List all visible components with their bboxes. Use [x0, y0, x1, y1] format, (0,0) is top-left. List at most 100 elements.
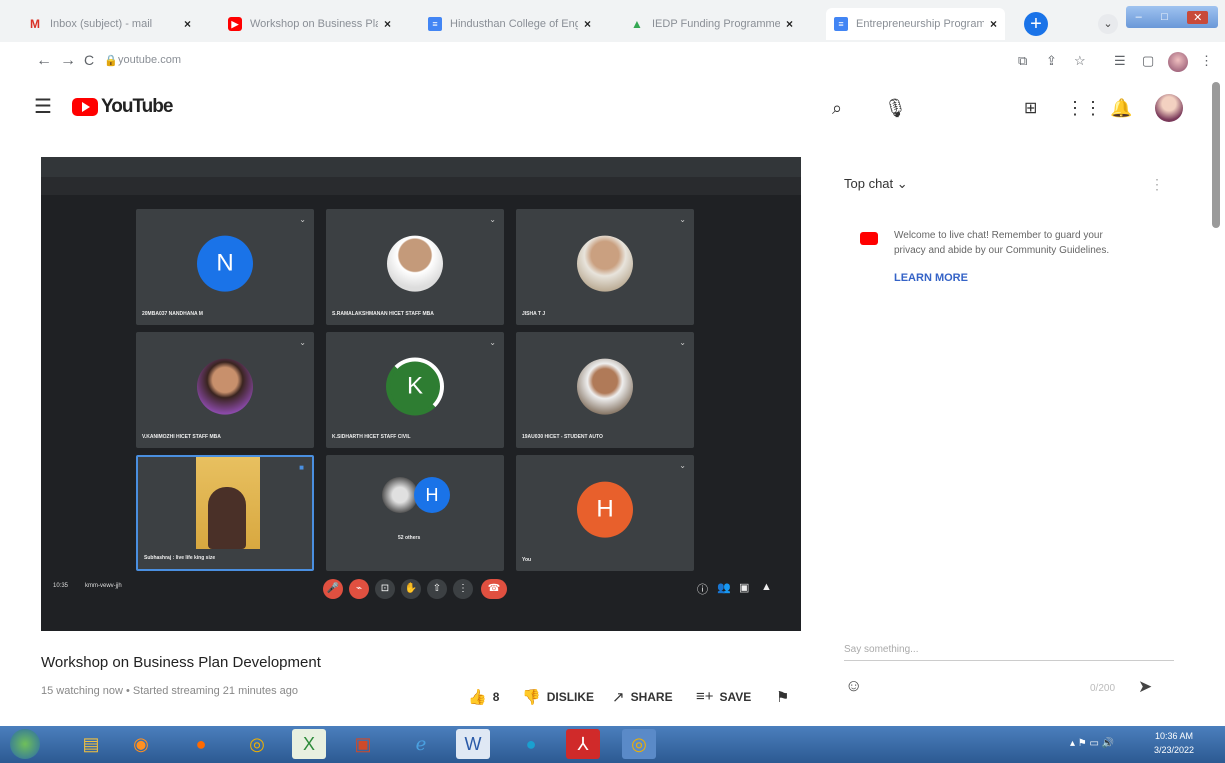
tab-youtube[interactable]: ▶ Workshop on Business Plan ×	[228, 10, 391, 38]
participant-photo	[382, 477, 418, 513]
maximize-icon[interactable]: □	[1161, 11, 1168, 23]
send-icon[interactable]: ➤	[1138, 677, 1152, 697]
reload-icon[interactable]: C	[84, 52, 94, 68]
word-icon[interactable]: W	[456, 729, 490, 759]
tab-drive[interactable]: ▲ IEDP Funding Programme ×	[630, 10, 793, 38]
participant-tile: ⌄ N 20MBA037 NANDHANA M	[136, 209, 314, 325]
captions-icon[interactable]: ⊡	[375, 579, 395, 599]
reading-list-icon[interactable]: ☰	[1114, 53, 1126, 69]
notifications-bell-icon[interactable]: 🔔	[1110, 98, 1132, 119]
more-options-icon[interactable]: ⋮	[453, 579, 473, 599]
start-button-icon[interactable]	[10, 729, 40, 759]
powerpoint-icon[interactable]: ▣	[346, 729, 380, 759]
address-bar: ← → C 🔒 youtube.com ⧉ ⇪ ☆ ☰ ▢ ⋮	[0, 42, 1225, 80]
present-icon[interactable]: ⇧	[427, 579, 447, 599]
close-icon[interactable]: ×	[584, 17, 591, 31]
firefox-icon[interactable]: ●	[184, 729, 218, 759]
info-icon[interactable]: ⓘ	[697, 581, 708, 597]
side-panel-icon[interactable]: ▢	[1142, 53, 1154, 69]
back-icon[interactable]: ←	[36, 52, 52, 70]
youtube-header: ☰ YouTube ⌕ 🎙 ⊞ ⋮⋮ 🔔	[0, 80, 1225, 136]
window-controls: – □ ✕	[1126, 6, 1218, 28]
chat-icon[interactable]: ▣	[739, 581, 749, 594]
acrobat-icon[interactable]: ⅄	[566, 729, 600, 759]
mic-icon: ⌄	[489, 338, 496, 347]
raise-hand-icon[interactable]: ✋	[401, 579, 421, 599]
minimize-icon[interactable]: –	[1136, 11, 1142, 23]
internet-explorer-icon[interactable]: ℯ	[404, 729, 438, 759]
mic-off-icon[interactable]: 🎤	[323, 579, 343, 599]
new-tab-button[interactable]: +	[1024, 12, 1048, 36]
close-icon[interactable]: ×	[184, 17, 191, 31]
save-button[interactable]: ≡+ SAVE	[696, 688, 751, 705]
meeting-code: kmm-vewv-jjh	[85, 583, 122, 589]
search-icon[interactable]: ⌕	[832, 98, 842, 119]
share-icon[interactable]: ⇪	[1046, 53, 1057, 69]
forward-icon[interactable]: →	[60, 52, 76, 70]
video-player[interactable]: ⌄ N 20MBA037 NANDHANA M ⌄ S.RAMALAKSHMAN…	[41, 157, 801, 631]
create-video-icon[interactable]: ⊞	[1024, 98, 1037, 118]
mic-icon: ⌄	[679, 461, 686, 470]
drive-icon: ▲	[631, 17, 643, 31]
extension-icon[interactable]: ⧉	[1018, 53, 1027, 69]
chat-input[interactable]: Say something...	[844, 644, 918, 655]
youtube-icon	[860, 232, 878, 245]
edge-icon[interactable]: ●	[514, 729, 548, 759]
youtube-wordmark: YouTube	[101, 96, 173, 117]
chrome-icon[interactable]: ◎	[240, 729, 274, 759]
bookmark-star-icon[interactable]: ☆	[1074, 53, 1086, 69]
camera-off-icon[interactable]: ⌁	[349, 579, 369, 599]
mic-icon: ⌄	[299, 215, 306, 224]
account-avatar[interactable]	[1155, 94, 1183, 122]
menu-dots-icon[interactable]: ⋮	[1200, 53, 1213, 69]
flag-icon: ⚑	[776, 689, 790, 706]
thumbs-down-icon: 👎	[522, 689, 541, 706]
dislike-button[interactable]: 👎 DISLIKE	[522, 688, 594, 706]
chrome-active-icon[interactable]: ◎	[622, 729, 656, 759]
share-button[interactable]: ↗ SHARE	[612, 688, 673, 706]
media-player-icon[interactable]: ◉	[124, 729, 158, 759]
close-icon[interactable]: ×	[990, 17, 997, 31]
people-icon[interactable]: 👥	[717, 581, 731, 594]
tab-title: IEDP Funding Programme	[652, 18, 780, 30]
participant-tile: ⌄ JISHA T J	[516, 209, 694, 325]
tab-docs[interactable]: ≡ Hindusthan College of Engine ×	[428, 10, 591, 38]
participant-photo	[387, 235, 443, 292]
tab-gmail[interactable]: M Inbox (subject) - mail ×	[28, 10, 191, 38]
chat-menu-icon[interactable]: ⋮	[1150, 176, 1164, 193]
participant-tile-active: ■ Subhashraj : live life king size	[136, 455, 314, 571]
learn-more-link[interactable]: LEARN MORE	[894, 272, 968, 284]
participant-photo	[577, 235, 633, 292]
tab-search-icon[interactable]: ⌄	[1098, 14, 1118, 34]
docs-icon: ≡	[428, 17, 442, 31]
shared-screen-addressbar	[41, 177, 801, 195]
shared-screen-tabbar	[41, 157, 801, 177]
participant-tile: ⌄ S.RAMALAKSHMANAN HICET STAFF MBA	[326, 209, 504, 325]
microphone-icon[interactable]: 🎙	[884, 98, 907, 119]
taskbar-clock[interactable]: 10:36 AM 3/23/2022	[1154, 729, 1194, 757]
chat-filter-dropdown[interactable]: Top chat ⌄	[844, 176, 908, 192]
lock-icon: 🔒	[104, 55, 118, 67]
close-icon[interactable]: ×	[786, 17, 793, 31]
like-button[interactable]: 👍 8	[468, 688, 499, 706]
meet-clock: 10:35	[53, 583, 69, 589]
leave-call-icon[interactable]: ☎	[481, 579, 507, 599]
activities-icon[interactable]: ▲	[761, 581, 772, 593]
close-icon[interactable]: ×	[384, 17, 391, 31]
profile-avatar[interactable]	[1168, 52, 1188, 72]
report-button[interactable]: ⚑	[776, 688, 789, 706]
emoji-icon[interactable]: ☺	[845, 676, 862, 696]
gmail-icon: M	[30, 17, 40, 31]
excel-icon[interactable]: X	[292, 729, 326, 759]
system-tray-icons[interactable]: ▴ ⚑ ▭ 🔊	[1070, 738, 1114, 749]
share-arrow-icon: ↗	[612, 689, 625, 706]
tab-docs-active[interactable]: ≡ Entrepreneurship Programme ×	[826, 8, 1006, 40]
apps-grid-icon[interactable]: ⋮⋮	[1066, 98, 1102, 119]
close-window-icon[interactable]: ✕	[1187, 10, 1209, 24]
file-explorer-icon[interactable]: ▤	[74, 729, 108, 759]
url-input[interactable]: youtube.com	[118, 54, 181, 66]
youtube-logo[interactable]: YouTube	[72, 96, 173, 118]
char-counter: 0/200	[1090, 683, 1116, 694]
hamburger-menu-icon[interactable]: ☰	[34, 94, 52, 119]
page-scrollbar[interactable]	[1212, 82, 1220, 228]
